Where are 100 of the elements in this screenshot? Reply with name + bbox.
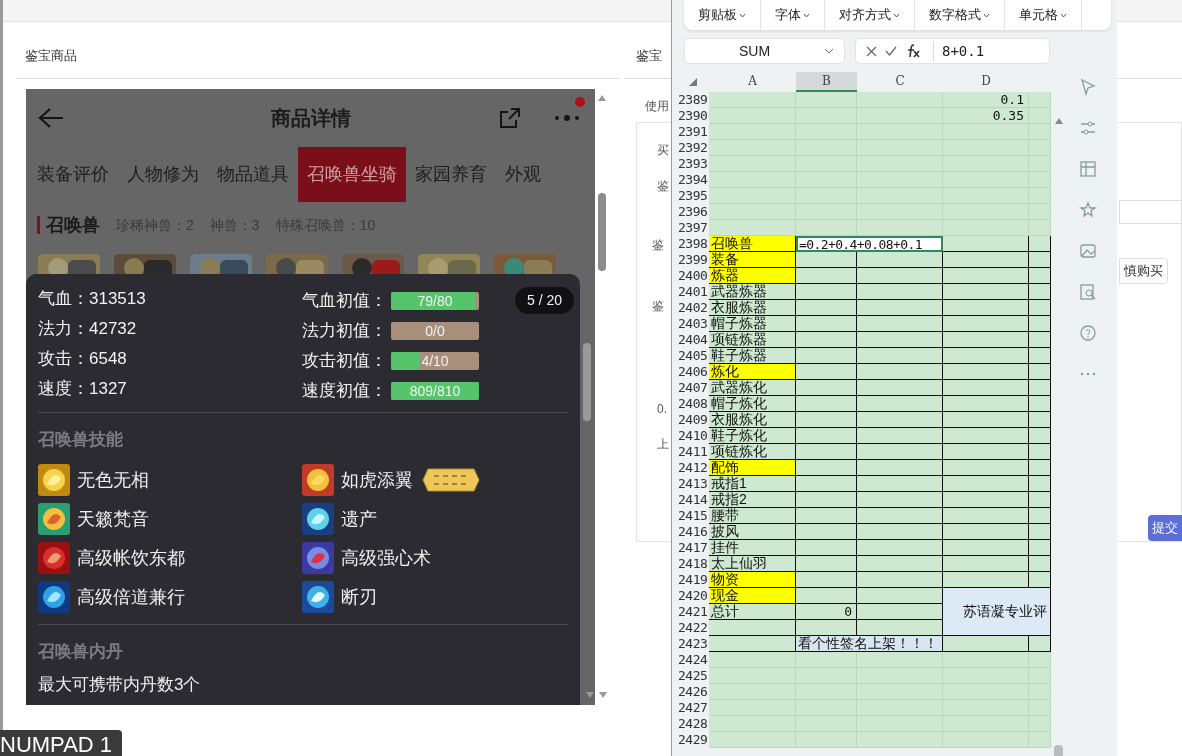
skill-name: 无色无相 xyxy=(77,468,149,492)
table-cell: 项链炼器 xyxy=(709,332,796,348)
row-number: 2406 xyxy=(677,364,709,380)
row-number: 2428 xyxy=(677,716,709,732)
stat-label: 攻击初值： xyxy=(302,350,388,373)
section-title: 鉴宝商品 xyxy=(25,47,77,65)
form-label: 上 xyxy=(657,436,669,453)
skill-name: 高级倍道兼行 xyxy=(77,585,185,609)
table-cell: 衣服炼化 xyxy=(709,412,796,428)
section-heading: 召唤兽内丹 xyxy=(37,640,124,663)
table-cell: 炼化 xyxy=(709,364,796,380)
row-number: 2394 xyxy=(677,172,709,188)
page-counter: 5 / 20 xyxy=(515,287,575,314)
key-indicator: NUMPAD 1 xyxy=(0,730,123,756)
row-number: 2392 xyxy=(677,140,709,156)
form-label: 买 xyxy=(657,142,669,159)
table-cell: 0 xyxy=(796,604,857,620)
row-number: 2420 xyxy=(677,588,709,604)
table-cell: 帽子炼器 xyxy=(709,316,796,332)
row-number: 2418 xyxy=(677,556,709,572)
stat-text: 气血：313513 xyxy=(38,288,147,310)
row-number: 2410 xyxy=(677,428,709,444)
row-number: 2397 xyxy=(677,220,709,236)
stat-label: 法力初值： xyxy=(302,320,388,343)
core-text: 最大可携带内丹数3个 xyxy=(37,674,202,696)
page-title: 商品详情 xyxy=(270,106,351,131)
row-number: 2395 xyxy=(677,188,709,204)
row-number: 2401 xyxy=(677,284,709,300)
form-label: 鉴 xyxy=(652,237,664,254)
table-cell: 0.35 xyxy=(943,108,1029,124)
row-number: 2393 xyxy=(677,156,709,172)
row-number: 2408 xyxy=(677,396,709,412)
table-cell: 配饰 xyxy=(709,460,796,476)
stat-text: 攻击：6548 xyxy=(38,348,128,370)
skill-name: 天籁梵音 xyxy=(77,507,149,531)
skill-name: 断刃 xyxy=(341,585,377,609)
skill-name: 高级帐饮东都 xyxy=(77,546,185,570)
row-number: 2424 xyxy=(677,652,709,668)
row-number: 2417 xyxy=(677,540,709,556)
formula-text: 8+0.1 xyxy=(933,40,985,62)
table-cell: 0.1 xyxy=(943,92,1029,108)
table-cell: 总计 xyxy=(709,604,796,620)
row-number: 2416 xyxy=(677,524,709,540)
table-cell: 戒指2 xyxy=(709,492,796,508)
table-cell: 太上仙羽 xyxy=(709,556,796,572)
form-label: 鉴 xyxy=(657,178,669,195)
stat-text: 速度：1327 xyxy=(38,378,128,400)
row-number: 2400 xyxy=(677,268,709,284)
progress-reading: 0/0 xyxy=(424,322,446,340)
row-number: 2405 xyxy=(677,348,709,364)
row-number: 2402 xyxy=(677,300,709,316)
table-cell: 鞋子炼器 xyxy=(709,348,796,364)
table-cell: 腰带 xyxy=(709,508,796,524)
table-cell: 武器炼化 xyxy=(709,380,796,396)
row-number: 2391 xyxy=(677,124,709,140)
row-number: 2403 xyxy=(677,316,709,332)
table-cell: 现金 xyxy=(709,588,796,604)
row-number: 2422 xyxy=(677,620,709,636)
table-cell: 披风 xyxy=(709,524,796,540)
row-number: 2398 xyxy=(677,236,709,252)
row-number: 2396 xyxy=(677,204,709,220)
stat-label: 速度初值： xyxy=(302,380,388,403)
row-number: 2407 xyxy=(677,380,709,396)
row-number: 2390 xyxy=(677,108,709,124)
table-cell: 戒指1 xyxy=(709,476,796,492)
form-label: 鉴 xyxy=(652,298,664,315)
row-number: 2409 xyxy=(677,412,709,428)
table-cell: 挂件 xyxy=(709,540,796,556)
section-heading: 召唤兽技能 xyxy=(37,429,124,451)
row-number: 2412 xyxy=(677,460,709,476)
row-number: 2404 xyxy=(677,332,709,348)
section-heading: 召唤兽 xyxy=(46,213,100,237)
table-cell: 炼器 xyxy=(709,268,796,284)
row-number: 2425 xyxy=(677,668,709,684)
table-cell: 苏语凝专业评 xyxy=(943,588,1051,636)
table-cell: 物资 xyxy=(709,572,796,588)
stat-label: 气血初值： xyxy=(302,290,388,313)
section-title: 鉴宝 xyxy=(636,47,662,65)
progress-reading: 4/10 xyxy=(420,352,450,370)
form-label: 使用 xyxy=(645,98,669,115)
row-number: 2389 xyxy=(677,92,709,108)
table-cell: 看个性签名上架！！！ xyxy=(796,636,943,652)
row-number: 2427 xyxy=(677,700,709,716)
table-cell: 鞋子炼化 xyxy=(709,428,796,444)
table-cell: 装备 xyxy=(709,252,796,268)
stat-text: 法力：42732 xyxy=(38,318,138,340)
table-cell: 帽子炼化 xyxy=(709,396,796,412)
row-number: 2413 xyxy=(677,476,709,492)
skill-name: 高级强心术 xyxy=(341,546,431,570)
table-cell: 召唤兽 xyxy=(709,236,796,252)
row-number: 2411 xyxy=(677,444,709,460)
row-number: 2429 xyxy=(677,732,709,748)
progress-reading: 79/80 xyxy=(416,292,454,310)
row-number: 2423 xyxy=(677,636,709,652)
table-cell: 项链炼化 xyxy=(709,444,796,460)
row-number: 2419 xyxy=(677,572,709,588)
progress-reading: 809/810 xyxy=(408,382,462,400)
table-cell: 武器炼器 xyxy=(709,284,796,300)
skill-name: 如虎添翼 xyxy=(341,468,413,492)
row-number: 2414 xyxy=(677,492,709,508)
